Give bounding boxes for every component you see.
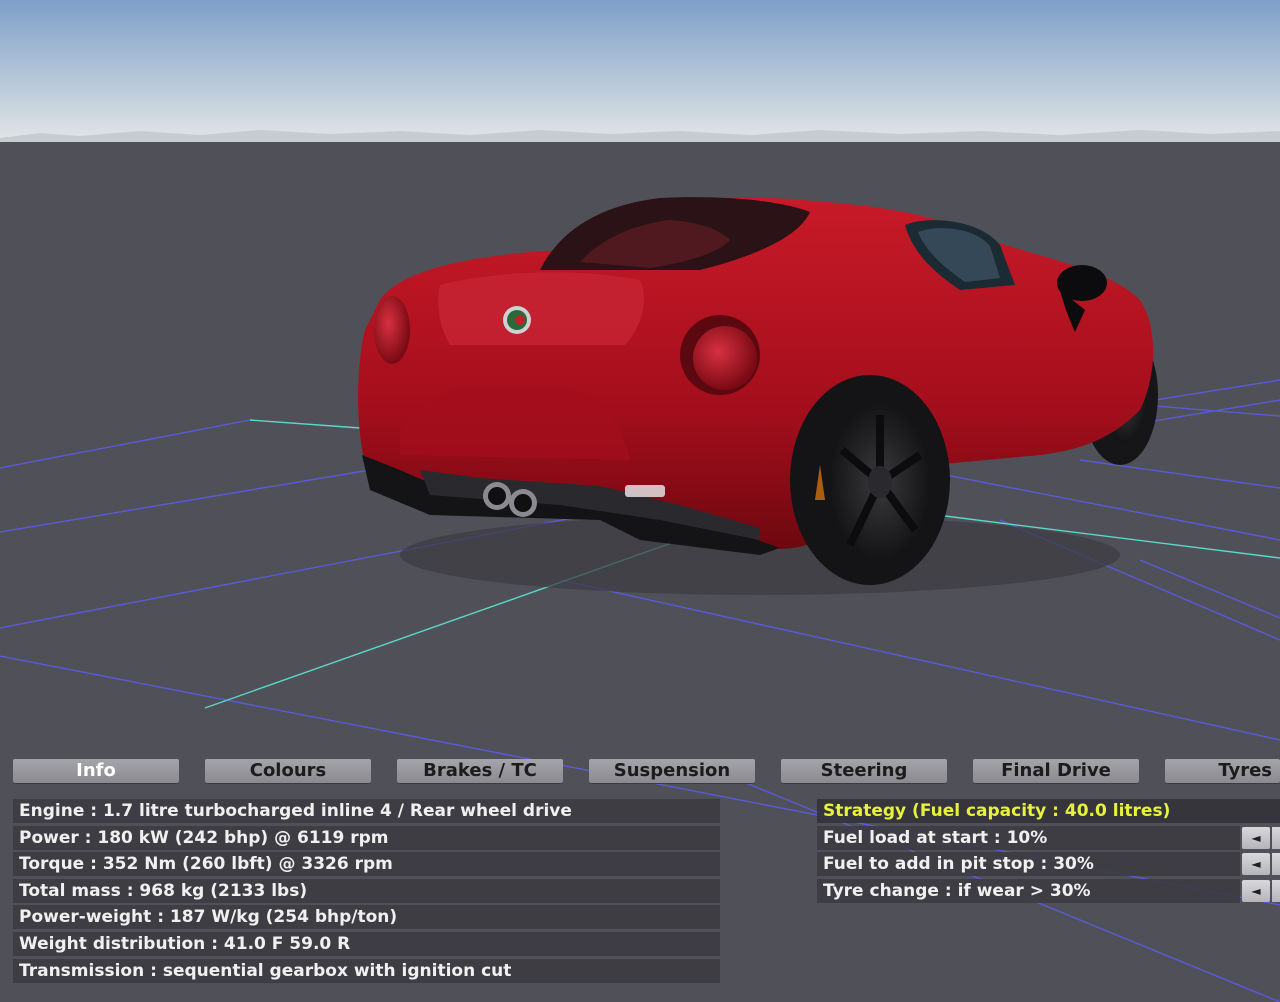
info-transmission: Transmission : sequential gearbox with i…: [13, 959, 720, 983]
tab-brakes-tc[interactable]: Brakes / TC: [397, 759, 563, 783]
sky-background: [0, 0, 1280, 142]
fuel-load-increase-button[interactable]: [1272, 827, 1280, 849]
info-weight-distribution: Weight distribution : 41.0 F 59.0 R: [13, 932, 720, 956]
tyre-change-decrease-button[interactable]: ◄: [1242, 880, 1270, 902]
strategy-fuel-load: Fuel load at start : 10%: [817, 826, 1240, 850]
tyre-change-increase-button[interactable]: [1272, 880, 1280, 902]
info-power-weight: Power-weight : 187 W/kg (254 bhp/ton): [13, 905, 720, 929]
tab-colours[interactable]: Colours: [205, 759, 371, 783]
tab-steering[interactable]: Steering: [781, 759, 947, 783]
tab-suspension[interactable]: Suspension: [589, 759, 755, 783]
strategy-title: Strategy (Fuel capacity : 40.0 litres): [817, 799, 1280, 823]
info-total-mass: Total mass : 968 kg (2133 lbs): [13, 879, 720, 903]
info-engine: Engine : 1.7 litre turbocharged inline 4…: [13, 799, 720, 823]
fuel-load-decrease-button[interactable]: ◄: [1242, 827, 1270, 849]
info-torque: Torque : 352 Nm (260 lbft) @ 3326 rpm: [13, 852, 720, 876]
fuel-pit-decrease-button[interactable]: ◄: [1242, 853, 1270, 875]
info-power: Power : 180 kW (242 bhp) @ 6119 rpm: [13, 826, 720, 850]
tab-tyres[interactable]: Tyres: [1165, 759, 1280, 783]
fuel-pit-increase-button[interactable]: [1272, 853, 1280, 875]
strategy-tyre-change: Tyre change : if wear > 30%: [817, 879, 1240, 903]
tab-final-drive[interactable]: Final Drive: [973, 759, 1139, 783]
strategy-fuel-pit: Fuel to add in pit stop : 30%: [817, 852, 1240, 876]
tab-info[interactable]: Info: [13, 759, 179, 783]
